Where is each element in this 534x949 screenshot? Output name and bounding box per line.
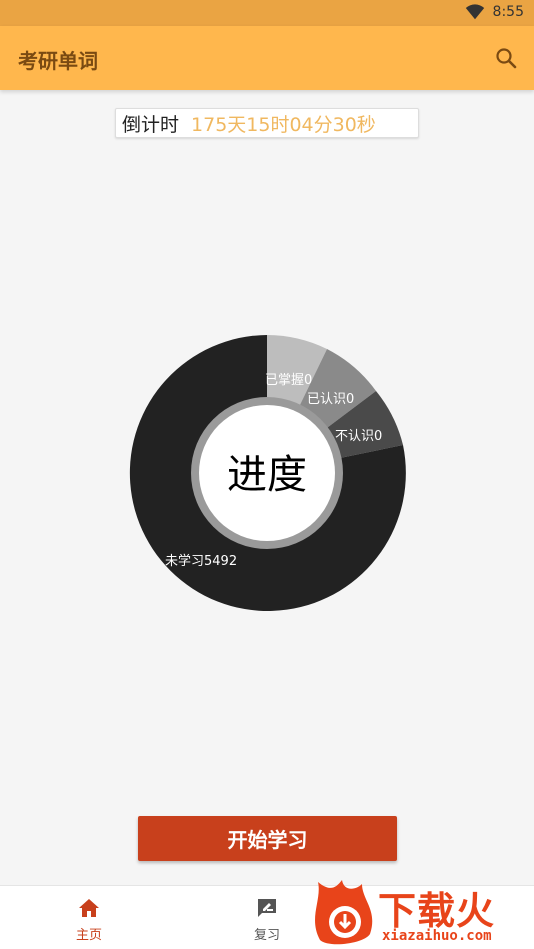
home-icon bbox=[79, 899, 99, 917]
status-time: 8:55 bbox=[492, 4, 524, 20]
app-bar: 考研单词 bbox=[0, 26, 534, 90]
chart-title: 进度 bbox=[227, 452, 307, 498]
nav-label-home: 主页 bbox=[75, 928, 102, 943]
app-title: 考研单词 bbox=[18, 49, 98, 73]
countdown-box: 倒计时 175天15时04分30秒 bbox=[115, 108, 419, 138]
flame-logo-icon bbox=[315, 880, 373, 945]
search-icon[interactable] bbox=[494, 46, 518, 70]
countdown-label: 倒计时 bbox=[122, 113, 180, 136]
wifi-icon bbox=[465, 4, 484, 20]
watermark: 下载火 xiazaihuo.com bbox=[312, 878, 534, 949]
nav-item-home[interactable]: 主页 bbox=[0, 886, 178, 949]
slice-label-unknown: 不认识0 bbox=[335, 429, 382, 444]
watermark-text: 下载火 bbox=[378, 889, 496, 933]
slice-label-recognized: 已认识0 bbox=[307, 392, 354, 407]
countdown-value: 175天15时04分30秒 bbox=[191, 113, 376, 136]
watermark-url: xiazaihuo.com bbox=[382, 928, 492, 944]
nav-label-review: 复习 bbox=[253, 928, 280, 943]
slice-label-mastered: 已掌握0 bbox=[265, 373, 312, 388]
review-icon bbox=[258, 899, 276, 917]
slice-label-unlearned: 未学习5492 bbox=[165, 553, 237, 569]
progress-chart: 已掌握0 已认识0 不认识0 未学习5492 进度 bbox=[129, 335, 406, 611]
start-learning-button[interactable]: 开始学习 bbox=[138, 816, 397, 861]
status-bar: 8:55 bbox=[0, 0, 534, 26]
